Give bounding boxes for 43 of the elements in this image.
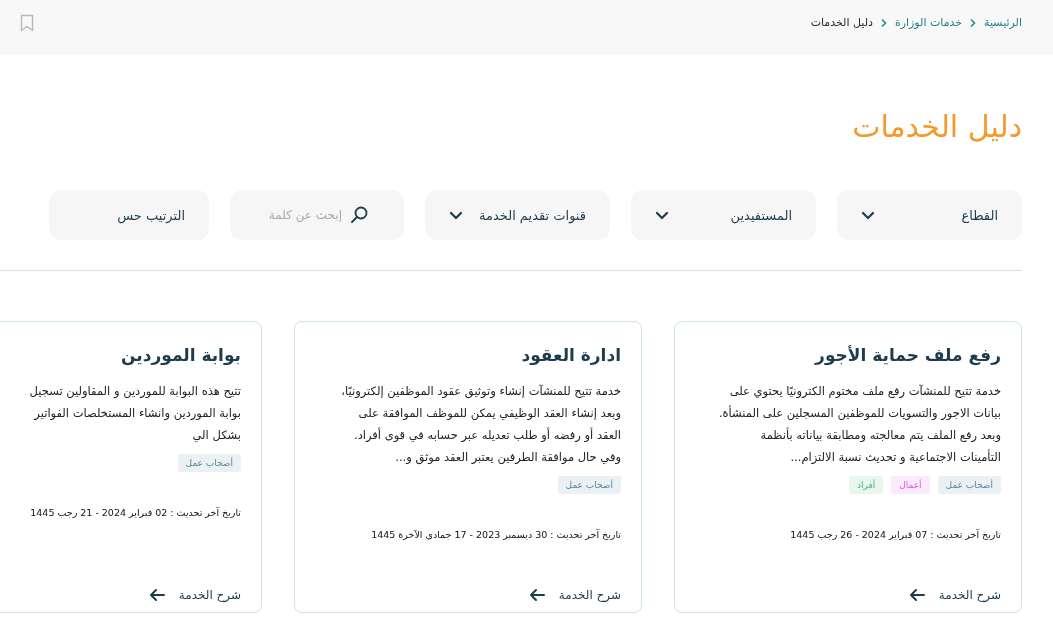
card-title: رفع ملف حماية الأجور [815,344,1001,368]
breadcrumb-link[interactable]: خدمات الوزارة [894,16,963,29]
description-line: بوابة الموردين وانشاء المستخلصات الفواتير [32,405,241,422]
update-date: تاريخ آخر تحديث : 07 فبراير 2024 - 26 رجب 1445 [790,529,1001,540]
search-icon [351,206,368,223]
description-line: وبعد رفع الملف يتم معالجته ومطابقة بياناته بأنظمة [759,426,1001,444]
update-date: تاريخ آخر تحديث : 30 ديسمبر 2023 - 17 جمادى الآخرة 1445 [371,529,621,540]
chevron-down-icon [655,209,669,221]
chevron-icon [969,17,978,28]
filter-dropdown[interactable]: القطاع [837,190,1022,240]
arrow-left-icon [908,588,925,602]
breadcrumb-link[interactable]: الرئيسية [984,16,1022,29]
arrow-left-icon [528,588,545,602]
filter-dropdown[interactable]: المستفيدين [631,190,816,240]
description-line: وبعد إنشاء العقد الوظيفي يمكن للموظف الموافقة على [357,405,621,422]
description-line: بشكل الي [191,427,241,444]
arrow-left-icon [148,588,165,602]
tag: أعمال [891,476,930,494]
tag: أصحاب عمل [177,454,241,472]
sort-dropdown[interactable]: الترتيب حس [49,190,209,240]
search-field[interactable]: إبحث عن كلمة [230,190,404,240]
update-date: تاريخ آخر تحديث : 02 فبراير 2024 - 21 رجب 1445 [30,507,241,518]
tag: أصحاب عمل [557,476,621,494]
description-line: العقد أو رفضه أو طلب تعديله عبر حسابه في قوى أفراد. [353,426,621,444]
service-link[interactable]: شرح الخدمة [148,588,241,602]
description-line: خدمة تتيح للمنشآت رفع ملف مختوم الكترونيًا يحتوي على [728,383,1001,400]
chevron-icon [879,17,888,28]
chevron-down-icon [449,209,463,221]
description-line: بيانات الاجور والتسويات للموظفين المسجلين على المنشأة. [718,404,1001,422]
card-title: ادارة العقود [521,344,621,367]
card-title: بوابة الموردين [121,344,241,368]
chevron-down-icon [861,209,875,221]
description-line: وفي حال موافقة الطرفين يعتبر العقد موثق و... [394,449,621,467]
service-link[interactable]: شرح الخدمة [528,588,621,602]
filter-dropdown[interactable]: قنوات تقديم الخدمة [425,190,610,240]
bookmark-icon[interactable] [20,13,34,32]
description-line: تتيح هذه البوابة للموردين و المقاولين تسجيل [29,383,241,400]
service-link[interactable]: شرح الخدمة [908,588,1001,602]
tag: أفراد [848,476,884,494]
description-line: خدمة تتيح للمنشآت إنشاء وتوثيق عقود الموظفين إلكترونيًا، [341,383,621,401]
description-line: التأمينات الاجتماعية و تحديث نسبة الالتزام... [789,448,1001,466]
tag: أصحاب عمل [937,476,1001,494]
page-title: دليل الخدمات [851,108,1022,146]
